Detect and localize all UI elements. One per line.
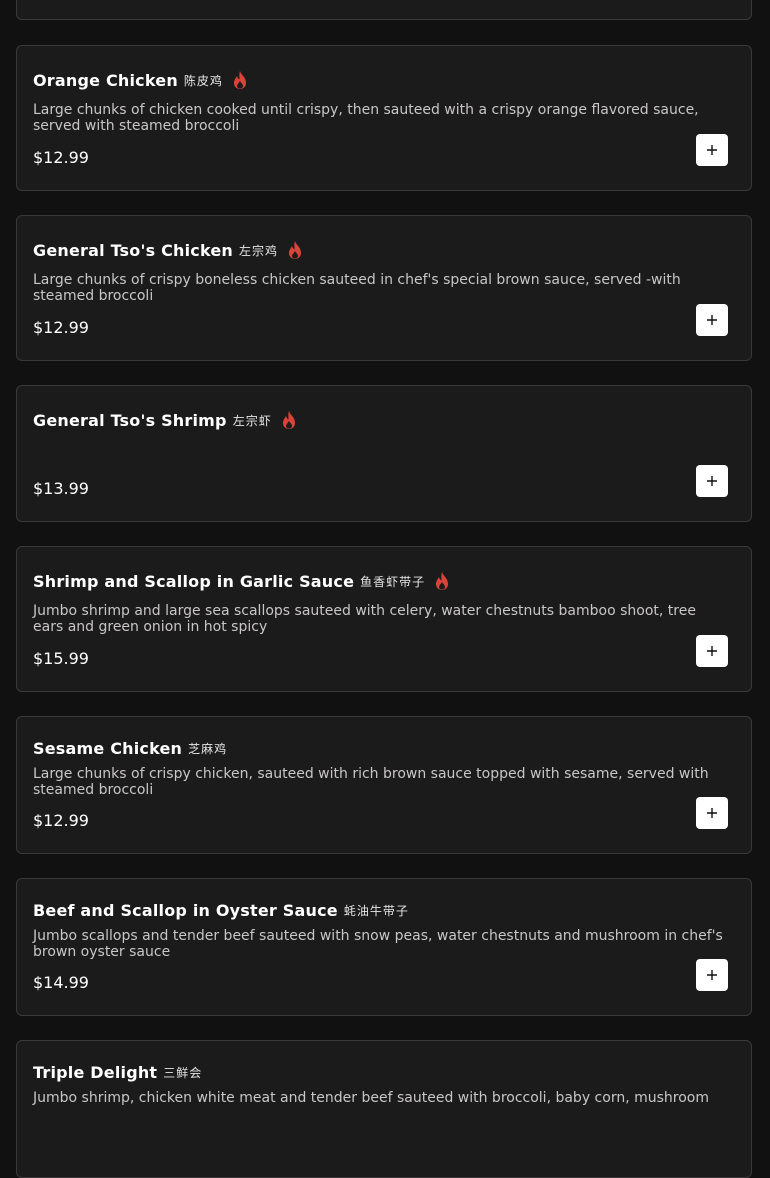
menu-item-price: $15.99 (33, 649, 89, 668)
menu-item-name: Sesame Chicken (33, 739, 183, 758)
menu-item-chinese-name: 陈皮鸡 (183, 73, 223, 88)
plus-icon (707, 970, 717, 980)
menu-item-name: Beef and Scallop in Oyster Sauce (33, 901, 338, 920)
menu-item-price: $12.99 (33, 811, 89, 830)
menu-item-card[interactable]: Beef and Scallop in Oyster Sauce 蚝油牛带子 J… (16, 878, 752, 1016)
menu-item-card[interactable]: General Tso's Shrimp 左宗虾 $13.99 (16, 385, 752, 522)
menu-item-name: General Tso's Shrimp (33, 410, 227, 430)
plus-icon (707, 808, 717, 818)
menu-item-name: Orange Chicken (33, 70, 178, 90)
menu-item-description: Jumbo scallops and tender beef sauteed w… (33, 928, 723, 960)
menu-item-description: Jumbo shrimp and large sea scallops saut… (33, 603, 696, 635)
flame-icon (280, 410, 298, 430)
add-to-cart-button[interactable] (696, 959, 728, 991)
menu-item-price: $12.99 (33, 318, 89, 337)
menu-item-chinese-name: 芝麻鸡 (188, 742, 228, 756)
flame-icon (231, 70, 249, 90)
add-to-cart-button[interactable] (696, 635, 728, 667)
menu-item-price: $12.99 (33, 148, 89, 167)
plus-icon (707, 476, 717, 486)
add-to-cart-button[interactable] (696, 304, 728, 336)
menu-item-card[interactable]: Orange Chicken 陈皮鸡 Large chunks of chick… (16, 45, 752, 191)
menu-item-chinese-name: 三鲜会 (163, 1066, 203, 1080)
plus-icon (707, 646, 717, 656)
menu-item-chinese-name: 蚝油牛带子 (343, 904, 409, 918)
add-to-cart-button[interactable] (696, 797, 728, 829)
plus-icon (707, 145, 717, 155)
flame-icon (286, 240, 304, 260)
menu-item-chinese-name: 左宗虾 (232, 413, 272, 428)
menu-item-card[interactable]: Triple Delight 三鲜会 Jumbo shrimp, chicken… (16, 1040, 752, 1178)
menu-item-description: Large chunks of chicken cooked until cri… (33, 102, 699, 134)
menu-item-title: Shrimp and Scallop in Garlic Sauce 鱼香虾带子 (33, 571, 451, 591)
menu-item-title: General Tso's Shrimp 左宗虾 (33, 410, 298, 430)
plus-icon (707, 315, 717, 325)
menu-item-title: Sesame Chicken 芝麻鸡 (33, 739, 227, 758)
menu-item-title: Triple Delight 三鲜会 (33, 1063, 202, 1082)
menu-item-price: $13.99 (33, 479, 89, 498)
menu-item-name: General Tso's Chicken (33, 240, 234, 260)
menu-item-card[interactable]: General Tso's Chicken 左宗鸡 Large chunks o… (16, 215, 752, 361)
menu-item-title: General Tso's Chicken 左宗鸡 (33, 240, 304, 260)
menu-item-description: Large chunks of crispy chicken, sauteed … (33, 766, 709, 798)
menu-item-price: $14.99 (33, 973, 89, 992)
add-to-cart-button[interactable] (696, 134, 728, 166)
menu-item-card[interactable]: Shrimp and Scallop in Garlic Sauce 鱼香虾带子… (16, 546, 752, 692)
menu-item-card-partial[interactable] (16, 0, 752, 20)
menu-item-title: Beef and Scallop in Oyster Sauce 蚝油牛带子 (33, 901, 409, 920)
menu-item-name: Triple Delight (33, 1063, 158, 1082)
flame-icon (433, 571, 451, 591)
menu-item-description: Large chunks of crispy boneless chicken … (33, 272, 681, 304)
menu-item-title: Orange Chicken 陈皮鸡 (33, 70, 249, 90)
menu-item-card[interactable]: Sesame Chicken 芝麻鸡 Large chunks of crisp… (16, 716, 752, 854)
menu-item-name: Shrimp and Scallop in Garlic Sauce (33, 571, 355, 591)
menu-item-chinese-name: 左宗鸡 (239, 243, 279, 258)
add-to-cart-button[interactable] (696, 465, 728, 497)
menu-item-description: Jumbo shrimp, chicken white meat and ten… (33, 1090, 709, 1106)
menu-item-chinese-name: 鱼香虾带子 (360, 574, 426, 589)
